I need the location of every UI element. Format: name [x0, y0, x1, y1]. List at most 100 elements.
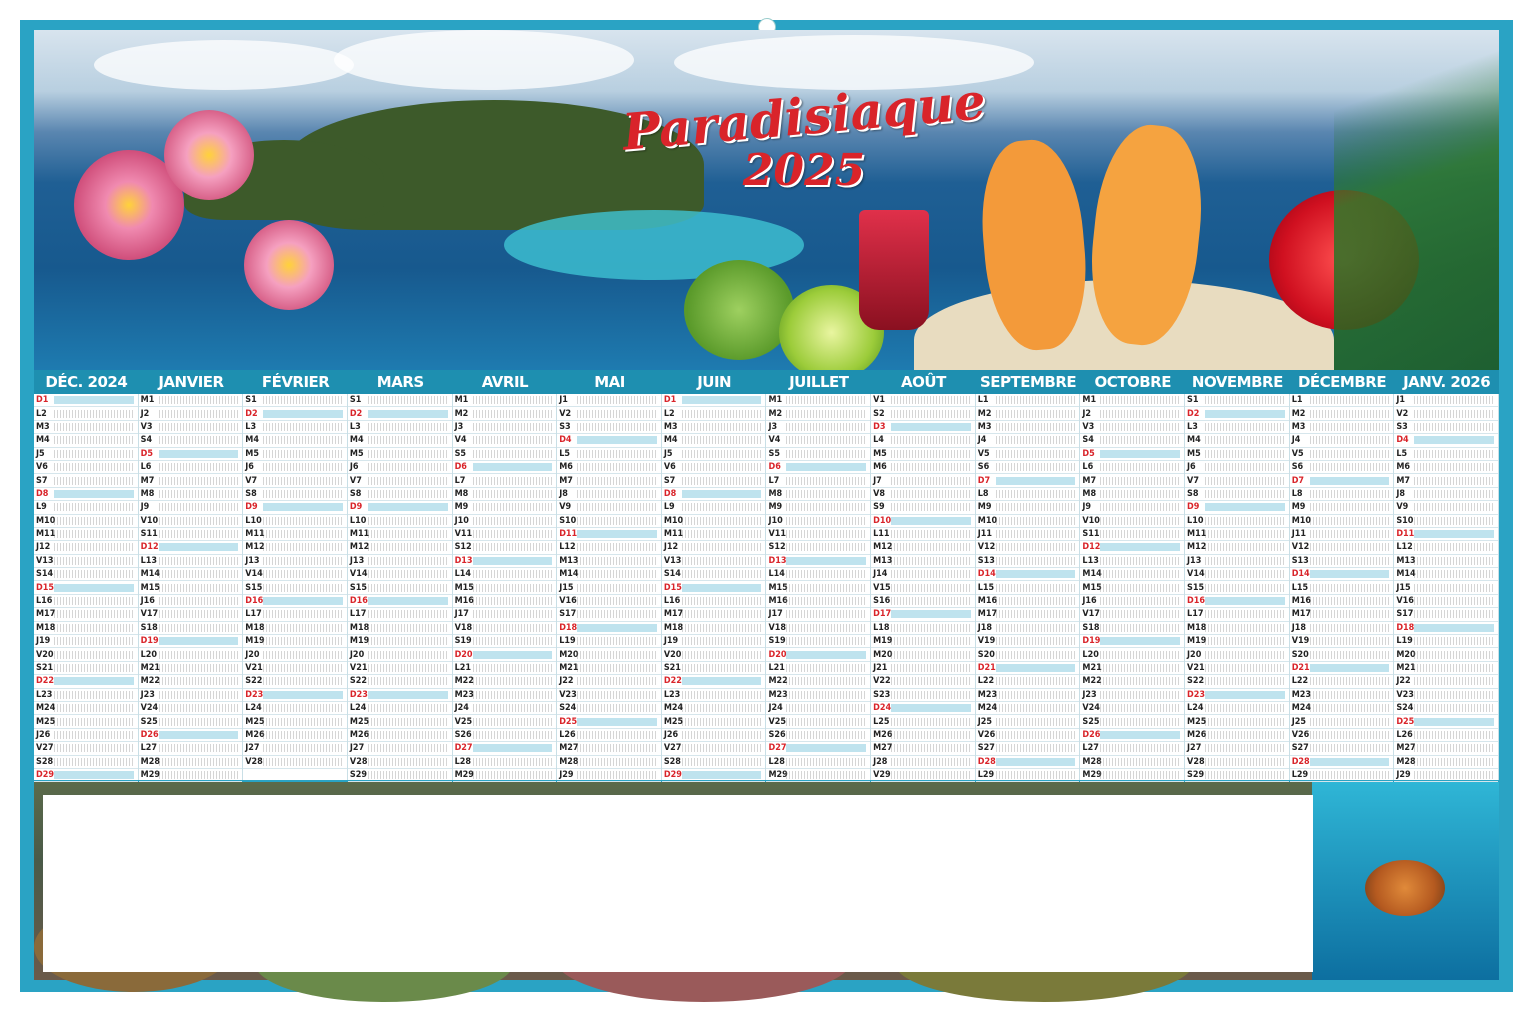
saint-name-line — [786, 436, 867, 445]
day-row: L13 — [138, 555, 243, 569]
day-row: L20 — [138, 648, 243, 662]
saint-name-line — [577, 409, 657, 418]
day-label: L14 — [768, 569, 785, 580]
day-label: M24 — [1291, 703, 1312, 714]
saint-name-line — [472, 463, 553, 472]
day-label: M3 — [36, 421, 50, 432]
day-row: L17 — [347, 608, 452, 622]
saint-name-line — [681, 463, 762, 472]
day-label: M26 — [1187, 729, 1207, 740]
day-row: V28 — [1185, 756, 1289, 769]
day-label: J13 — [245, 555, 260, 566]
day-label: D16 — [1187, 596, 1206, 607]
day-row: L23 — [661, 689, 766, 702]
day-label: L9 — [663, 502, 675, 513]
day-label: V7 — [349, 475, 362, 486]
day-row: M4 — [347, 434, 452, 448]
day-label: M26 — [349, 729, 370, 740]
day-row: M13 — [1394, 555, 1498, 569]
day-label: S8 — [349, 488, 362, 499]
saint-name-line — [472, 650, 553, 659]
day-row: S22 — [347, 675, 452, 689]
saint-name-line — [681, 771, 762, 780]
day-label: J26 — [36, 729, 51, 740]
saint-name-line — [786, 409, 867, 418]
saint-name-line — [1309, 730, 1390, 739]
day-label: J7 — [873, 475, 882, 486]
day-row: J25 — [1289, 715, 1394, 729]
day-row: L16 — [661, 595, 766, 609]
day-row: M1 — [766, 394, 871, 408]
saint-name-line — [995, 744, 1076, 753]
day-row: L19 — [557, 635, 661, 649]
day-label: S15 — [245, 582, 263, 593]
month-header: FÉVRIER — [261, 373, 330, 391]
day-label: M10 — [663, 515, 684, 526]
day-label: L2 — [36, 408, 47, 419]
saint-name-line — [1205, 771, 1285, 780]
day-row: J17 — [766, 608, 871, 622]
day-label: J23 — [140, 689, 155, 700]
day-label: M5 — [349, 448, 364, 459]
day-row: S27 — [1289, 742, 1394, 756]
day-label: D1 — [36, 395, 49, 406]
day-label: M18 — [349, 622, 370, 633]
day-label: V16 — [1396, 596, 1414, 607]
saint-name-line — [891, 396, 971, 405]
day-row: L27 — [138, 742, 243, 756]
month-column: J1 V2 S3 D4 L5 M6 M7 J8 V9 S10 D11 L12 M13 M14 J15 V16 S… — [557, 394, 662, 810]
day-row: J25 — [975, 715, 1080, 729]
day-label: V19 — [1291, 636, 1310, 647]
saint-name-line — [681, 436, 762, 445]
day-label: D19 — [1082, 636, 1101, 647]
day-label: V24 — [140, 703, 159, 714]
day-row: V15 — [871, 581, 975, 595]
day-label: M7 — [1396, 475, 1411, 486]
day-label: M13 — [873, 555, 893, 566]
saint-name-line — [54, 489, 134, 498]
saint-name-line — [1309, 610, 1390, 619]
saint-name-line — [1205, 730, 1285, 739]
day-row: V18 — [452, 622, 557, 636]
saint-name-line — [54, 744, 134, 753]
day-label: V2 — [559, 408, 572, 419]
day-row: M17 — [1289, 608, 1394, 622]
day-label: V10 — [1082, 515, 1100, 526]
day-row: M9 — [1289, 501, 1394, 515]
day-row: M3 — [975, 421, 1080, 435]
saint-name-line — [1414, 677, 1494, 686]
day-label: L24 — [245, 703, 262, 714]
day-label: M8 — [768, 488, 783, 499]
day-label: M7 — [140, 475, 155, 486]
day-label: M11 — [663, 529, 684, 540]
day-row: S10 — [1394, 515, 1498, 528]
day-label: L17 — [349, 609, 367, 620]
saint-name-line — [681, 677, 762, 686]
month-column: M1 J2 V3 S4 D5 L6 M7 M8 J9 V10 S11 D12 L13 M14 M15 J16 V… — [138, 394, 244, 810]
day-row: M10 — [975, 515, 1080, 528]
day-label: V7 — [245, 475, 258, 486]
saint-name-line — [681, 530, 762, 539]
saint-name-line — [472, 597, 553, 606]
day-label: S3 — [1396, 421, 1408, 432]
saint-name-line — [472, 771, 553, 780]
day-label: S20 — [1291, 649, 1309, 660]
saint-name-line — [891, 690, 971, 699]
day-row: S15 — [1185, 581, 1289, 595]
saint-name-line — [1100, 757, 1181, 766]
day-row: D1 — [661, 394, 766, 408]
saint-name-line — [1414, 463, 1494, 472]
day-row: M1 — [1080, 394, 1185, 408]
day-label: J20 — [245, 649, 260, 660]
day-label: L12 — [559, 542, 576, 553]
saint-name-line — [995, 583, 1076, 592]
saint-name-line — [891, 503, 971, 512]
saint-name-line — [1309, 650, 1390, 659]
day-row: M22 — [452, 675, 557, 689]
saint-name-line — [1205, 757, 1285, 766]
day-label: V26 — [1291, 729, 1310, 740]
day-row: J3 — [766, 421, 871, 435]
saint-name-line — [367, 530, 448, 539]
day-label: M4 — [245, 435, 259, 446]
saint-name-line — [1309, 516, 1390, 525]
